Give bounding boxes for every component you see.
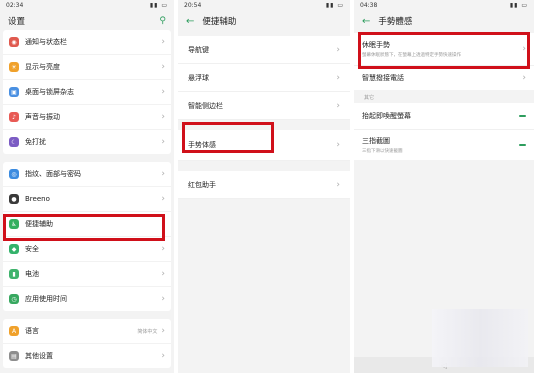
chevron-right-icon: › [161, 112, 165, 122]
nav-key-item[interactable]: 导航键 › [178, 36, 350, 64]
chevron-right-icon: › [336, 100, 340, 111]
chevron-right-icon: › [161, 37, 165, 47]
shield-icon: ◆ [9, 244, 19, 254]
item-title: 三指截圖 [362, 137, 390, 145]
back-arrow-icon[interactable]: ← [186, 16, 194, 27]
item-title: 抬起即喚醒螢幕 [362, 112, 411, 120]
item-label: 导航键 [188, 45, 209, 54]
chevron-right-icon: › [161, 244, 165, 254]
status-time: 20:54 [184, 2, 202, 9]
red-packet-assistant-item[interactable]: 红包助手 › [178, 171, 350, 199]
search-icon[interactable]: ⚲ [159, 16, 166, 26]
page-header: 设置 ⚲ [0, 12, 174, 30]
breeno-icon: ● [9, 194, 19, 204]
settings-item[interactable]: ▤ 其他设置 › [3, 344, 171, 368]
settings-item-label: 安全 [25, 245, 39, 253]
status-bar: 02:34 ▮▮ ▭ [0, 0, 174, 12]
bell-icon: ◉ [9, 37, 19, 47]
watermark-overlay [432, 309, 528, 367]
item-label: 悬浮球 [188, 73, 209, 82]
status-icons: ▮▮ ▭ [149, 2, 168, 9]
language-icon: A [9, 326, 19, 336]
highlight-box-gesture [182, 122, 274, 153]
floating-ball-item[interactable]: 悬浮球 › [178, 64, 350, 92]
battery-icon: ▮ [9, 269, 19, 279]
settings-item-label: 应用使用时间 [25, 295, 67, 303]
accessibility-screen: 20:54 ▮▮ ▭ ← 便捷辅助 导航键 › 悬浮球 › 智能侧边栏 › 手势体感 ›… [178, 0, 350, 373]
chevron-right-icon: › [161, 62, 165, 72]
page-header: ← 便捷辅助 [178, 12, 350, 30]
settings-item-label: 桌面与锁屏杂志 [25, 88, 74, 96]
toggle-switch[interactable] [519, 144, 526, 146]
settings-item[interactable]: ◷ 应用使用时间 › [3, 287, 171, 311]
settings-item-label: 通知与状态栏 [25, 38, 67, 46]
settings-item[interactable]: ♪ 声音与振动 › [3, 105, 171, 130]
page-header: ← 手勢體感 [354, 12, 534, 30]
settings-item-value: 简体中文 [137, 328, 158, 335]
settings-item-label: 声音与振动 [25, 113, 60, 121]
settings-item-label: 指纹、面部与密码 [25, 170, 81, 178]
chevron-right-icon: › [336, 179, 340, 190]
settings-item[interactable]: ◉ 通知与状态栏 › [3, 30, 171, 55]
status-bar: 20:54 ▮▮ ▭ [178, 0, 350, 12]
more-icon: ▤ [9, 351, 19, 361]
status-bar: 04:38 ▮▮ ▭ [354, 0, 534, 12]
settings-item-label: 电池 [25, 270, 39, 278]
chevron-right-icon: › [161, 137, 165, 147]
chevron-right-icon: › [161, 269, 165, 279]
highlight-box-sleep-gesture [358, 32, 530, 69]
brightness-icon: ☀ [9, 62, 19, 72]
settings-item[interactable]: ☀ 显示与亮度 › [3, 55, 171, 80]
status-icons: ▮▮ ▭ [509, 2, 528, 9]
settings-item[interactable]: ▣ 桌面与锁屏杂志 › [3, 80, 171, 105]
settings-item-label: 显示与亮度 [25, 63, 60, 71]
chevron-right-icon: › [522, 73, 526, 83]
chevron-right-icon: › [161, 169, 165, 179]
chevron-right-icon: › [161, 326, 165, 336]
moon-icon: ☾ [9, 137, 19, 147]
page-title: 手勢體感 [378, 17, 413, 27]
chevron-right-icon: › [336, 44, 340, 55]
page-title: 便捷辅助 [202, 17, 237, 27]
gesture-screen: 04:38 ▮▮ ▭ ← 手勢體感 休眠手勢 螢幕休眠狀態下，在螢幕上透過特定手… [354, 0, 534, 373]
chevron-right-icon: › [336, 72, 340, 83]
settings-item-label: Breeno [25, 195, 50, 203]
back-arrow-icon[interactable]: ← [362, 16, 370, 27]
item-subtitle: 三指下滑以快速截圖 [362, 149, 403, 154]
settings-item[interactable]: A 语言 简体中文 › [3, 319, 171, 344]
settings-item-label: 其他设置 [25, 352, 53, 360]
settings-screen: 02:34 ▮▮ ▭ 设置 ⚲ ◉ 通知与状态栏 › ☀ 显示与亮度 › ▣ 桌面与锁屏杂志 ›… [0, 0, 174, 373]
section-header: 其它 [364, 95, 375, 101]
settings-item[interactable]: ◎ 指纹、面部与密码 › [3, 162, 171, 187]
speaker-icon: ♪ [9, 112, 19, 122]
chevron-right-icon: › [161, 351, 165, 361]
page-title: 设置 [8, 17, 26, 27]
raise-to-wake-item[interactable]: 抬起即喚醒螢幕 [354, 103, 534, 129]
chevron-right-icon: › [161, 87, 165, 97]
highlight-box-accessibility [3, 214, 165, 241]
chevron-right-icon: › [161, 194, 165, 204]
settings-item[interactable]: ● Breeno › [3, 187, 171, 212]
three-finger-screenshot-item[interactable]: 三指截圖 三指下滑以快速截圖 [354, 129, 534, 160]
desktop-icon: ▣ [9, 87, 19, 97]
settings-group-3: A 语言 简体中文 › ▤ 其他设置 › [3, 319, 171, 368]
smart-sidebar-item[interactable]: 智能侧边栏 › [178, 92, 350, 120]
timer-icon: ◷ [9, 294, 19, 304]
item-label: 智能侧边栏 [188, 101, 223, 110]
chevron-right-icon: › [161, 294, 165, 304]
item-label: 红包助手 [188, 180, 216, 189]
settings-item[interactable]: ▮ 电池 › [3, 262, 171, 287]
chevron-right-icon: › [336, 140, 340, 150]
item-title: 智慧撥接電話 [362, 74, 404, 82]
toggle-switch[interactable] [519, 115, 526, 117]
settings-item[interactable]: ☾ 免打扰 › [3, 130, 171, 154]
status-icons: ▮▮ ▭ [325, 2, 344, 9]
settings-group-1: ◉ 通知与状态栏 › ☀ 显示与亮度 › ▣ 桌面与锁屏杂志 › ♪ 声音与振动 › ☾ 免打扰 › [3, 30, 171, 154]
fingerprint-icon: ◎ [9, 169, 19, 179]
status-time: 04:38 [360, 2, 378, 9]
settings-item-label: 免打扰 [25, 138, 46, 146]
settings-item-label: 语言 [25, 327, 39, 335]
status-time: 02:34 [6, 2, 24, 9]
